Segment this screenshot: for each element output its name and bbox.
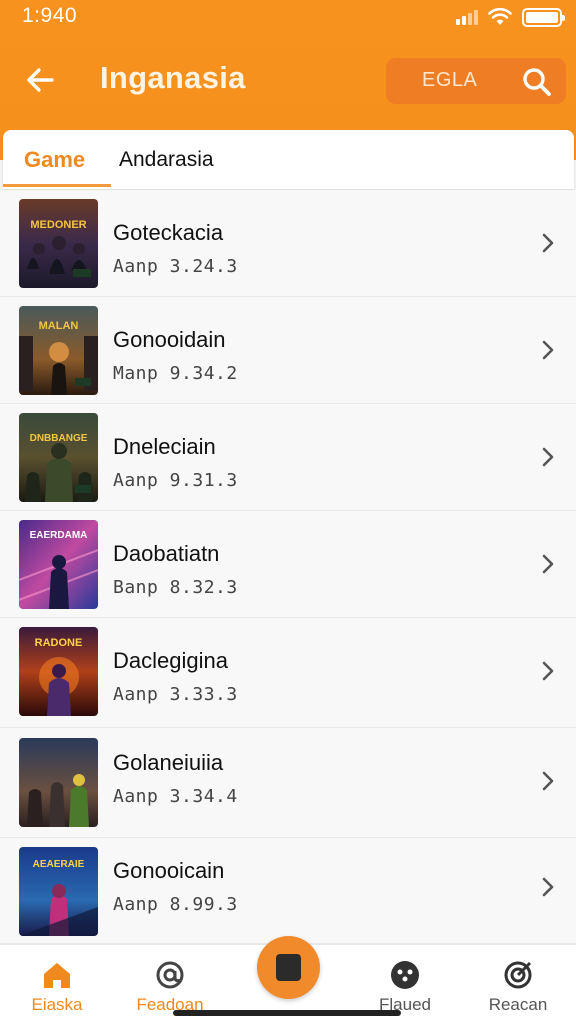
game-thumbnail bbox=[19, 738, 98, 827]
game-title: Gonooidain bbox=[113, 327, 226, 352]
game-version: Aanp 3.34.4 bbox=[113, 786, 238, 807]
center-action-button[interactable] bbox=[257, 936, 320, 999]
search-box[interactable]: EGLA bbox=[386, 58, 566, 104]
game-version: Aanp 9.31.3 bbox=[113, 470, 238, 491]
nav-item-recent[interactable]: Reacan bbox=[468, 945, 568, 1024]
at-icon bbox=[156, 961, 184, 989]
game-version: Aanp 3.24.3 bbox=[113, 256, 238, 277]
chevron-right-icon bbox=[542, 877, 554, 897]
tablet-icon bbox=[276, 954, 301, 981]
arrow-left-icon bbox=[27, 68, 54, 92]
thumbnail-label: MEDONER bbox=[30, 219, 87, 231]
home-icon bbox=[44, 963, 70, 988]
search-button[interactable] bbox=[522, 67, 552, 97]
thumbnail-label: EAERDAMA bbox=[29, 530, 88, 541]
list-item[interactable]: Golaneiuiia Aanp 3.34.4 bbox=[0, 728, 576, 838]
game-version: Manp 9.34.2 bbox=[113, 363, 238, 384]
game-icon bbox=[391, 961, 419, 989]
list-item[interactable]: AEAERAIE Gonooicain Aanp 8.99.3 bbox=[0, 838, 576, 944]
chevron-right-icon bbox=[542, 771, 554, 791]
game-thumbnail: AEAERAIE bbox=[19, 847, 98, 936]
game-title: Daobatiatn bbox=[113, 541, 220, 566]
list-item[interactable]: DNBBANGE Dneleciain Aanp 9.31.3 bbox=[0, 404, 576, 511]
home-indicator bbox=[173, 1010, 401, 1016]
search-text: EGLA bbox=[422, 69, 478, 91]
back-button[interactable] bbox=[20, 58, 60, 102]
game-title: Daclegigina bbox=[113, 648, 228, 673]
list-item[interactable]: RADONE Daclegigina Aanp 3.33.3 bbox=[0, 618, 576, 728]
page-title: Inganasia bbox=[100, 60, 246, 95]
chevron-right-icon bbox=[542, 447, 554, 467]
game-title: Golaneiuiia bbox=[113, 750, 224, 775]
thumbnail-label: AEAERAIE bbox=[32, 859, 85, 870]
game-thumbnail: DNBBANGE bbox=[19, 413, 98, 502]
chevron-right-icon bbox=[542, 554, 554, 574]
chevron-right-icon bbox=[542, 233, 554, 253]
game-thumbnail: MEDONER bbox=[19, 199, 98, 288]
wifi-icon bbox=[488, 8, 512, 25]
chevron-right-icon bbox=[542, 661, 554, 681]
status-bar: 1:940 bbox=[0, 0, 576, 34]
thumbnail-label: RADONE bbox=[34, 637, 83, 649]
list-item[interactable]: MEDONER Goteckacia Aanp 3.24.3 bbox=[0, 190, 576, 297]
game-title: Goteckacia bbox=[113, 220, 224, 245]
signal-icon bbox=[456, 9, 478, 25]
tab-bar: Game Andarasia bbox=[3, 130, 574, 189]
list-item[interactable]: MALAN Gonooidain Manp 9.34.2 bbox=[0, 297, 576, 404]
tab-game[interactable]: Game bbox=[24, 130, 85, 189]
nav-label: Eiaska bbox=[31, 995, 83, 1014]
active-tab-indicator bbox=[3, 184, 111, 187]
status-icons bbox=[456, 6, 565, 28]
game-title: Gonooicain bbox=[113, 858, 225, 883]
game-title: Dneleciain bbox=[113, 434, 216, 459]
list-item[interactable]: EAERDAMA Daobatiatn Banp 8.32.3 bbox=[0, 511, 576, 618]
nav-item-home[interactable]: Eiaska bbox=[8, 945, 106, 1024]
chevron-right-icon bbox=[542, 340, 554, 360]
game-version: Aanp 8.99.3 bbox=[113, 894, 238, 915]
game-thumbnail: RADONE bbox=[19, 627, 98, 716]
game-version: Banp 8.32.3 bbox=[113, 577, 238, 598]
target-icon bbox=[504, 961, 532, 989]
thumbnail-label: MALAN bbox=[38, 320, 79, 332]
thumbnail-label: DNBBANGE bbox=[29, 433, 88, 444]
search-icon bbox=[523, 68, 551, 96]
tab-andarasia[interactable]: Andarasia bbox=[119, 130, 214, 189]
status-time: 1:940 bbox=[22, 4, 78, 27]
nav-label: Reacan bbox=[488, 995, 548, 1014]
game-thumbnail: EAERDAMA bbox=[19, 520, 98, 609]
game-thumbnail: MALAN bbox=[19, 306, 98, 395]
game-version: Aanp 3.33.3 bbox=[113, 684, 238, 705]
battery-icon bbox=[522, 7, 565, 27]
